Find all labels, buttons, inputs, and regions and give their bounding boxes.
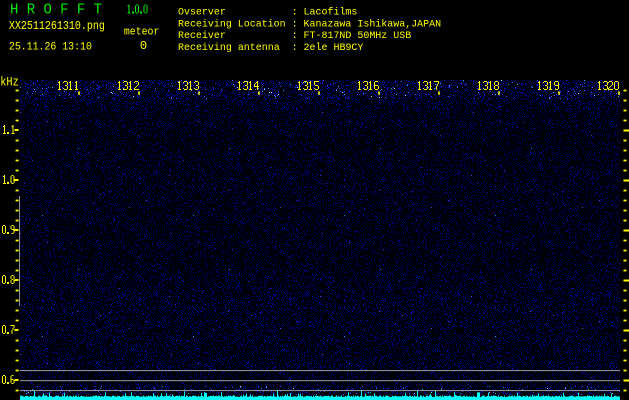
- svg-text:Receiving Location: Receiving Location: [178, 18, 286, 30]
- svg-text:XX2511261310.png: XX2511261310.png: [9, 20, 105, 33]
- svg-text:: 2ele HB9CY: : 2ele HB9CY: [292, 42, 364, 54]
- svg-text:H R O F F T: H R O F F T: [10, 1, 102, 19]
- svg-text:Receiver: Receiver: [178, 30, 226, 42]
- svg-text:kHz: kHz: [0, 75, 19, 89]
- svg-text:meteor: meteor: [124, 26, 159, 38]
- svg-text:: FT-817ND 50MHz USB: : FT-817ND 50MHz USB: [292, 30, 412, 42]
- svg-text:0: 0: [140, 39, 147, 53]
- svg-text:Receiving antenna: Receiving antenna: [178, 42, 280, 54]
- svg-text:: Kanazawa Ishikawa,JAPAN: : Kanazawa Ishikawa,JAPAN: [292, 18, 442, 30]
- svg-text:Ovserver: Ovserver: [178, 6, 226, 18]
- svg-text:: Lacofilms: : Lacofilms: [292, 6, 358, 18]
- svg-text:25.11.26 13:10: 25.11.26 13:10: [9, 41, 92, 53]
